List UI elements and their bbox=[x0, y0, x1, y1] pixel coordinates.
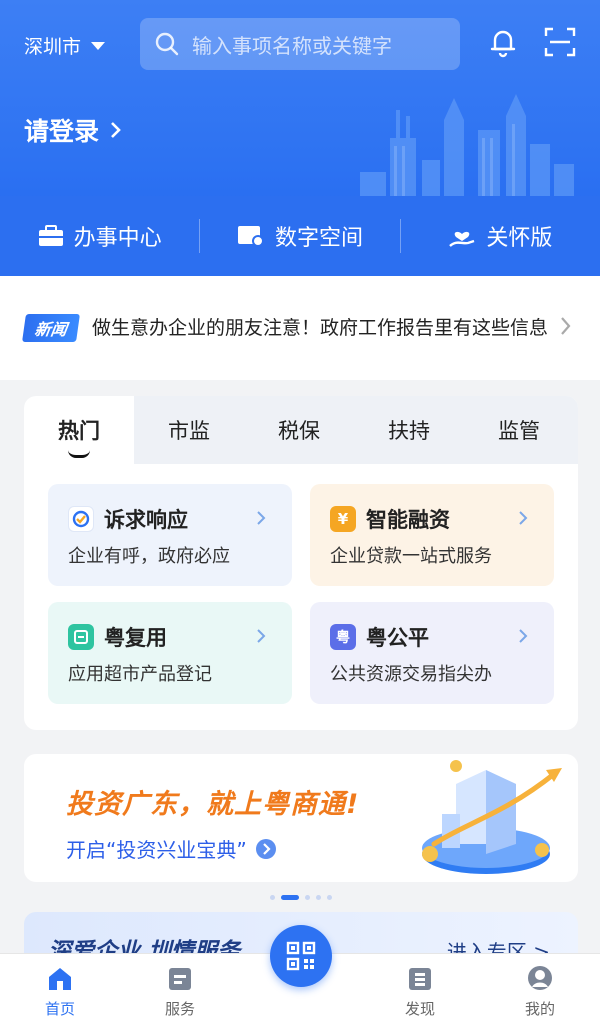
building-illustration bbox=[422, 760, 562, 874]
service-title: 智能融资 bbox=[366, 508, 450, 532]
news-headline: 做生意办企业的朋友注意！政府工作报告里有这些信息 bbox=[92, 317, 549, 339]
service-tile-reuse[interactable]: 粤复用 应用超市产品登记 bbox=[48, 602, 292, 704]
service-tile-fair[interactable]: 粤 粤公平 公共资源交易指尖办 bbox=[310, 602, 554, 704]
category-tabs: 热门 市监 税保 扶持 监管 bbox=[24, 396, 578, 464]
tab-support[interactable]: 扶持 bbox=[354, 396, 464, 464]
tab-label: 我的 bbox=[524, 1000, 555, 1018]
caret-down-icon bbox=[91, 41, 106, 50]
tab-services[interactable]: 服务 bbox=[120, 954, 240, 1025]
service-title: 诉求响应 bbox=[104, 508, 188, 532]
service-tile-appeal[interactable]: 诉求响应 企业有呼，政府必应 bbox=[48, 484, 292, 586]
tab-label: 发现 bbox=[404, 1000, 435, 1018]
qr-scan-icon bbox=[286, 941, 316, 971]
city-label: 深圳市 bbox=[24, 36, 82, 58]
city-selector[interactable]: 深圳市 bbox=[24, 32, 106, 59]
login-link[interactable]: 请登录 bbox=[24, 112, 123, 148]
service-title-row: 粤复用 bbox=[68, 622, 167, 652]
discover-icon bbox=[409, 968, 431, 990]
city-skyline-illustration bbox=[360, 94, 574, 200]
service-subtitle: 企业有呼，政府必应 bbox=[68, 546, 230, 567]
service-title-row: 诉求响应 bbox=[68, 504, 188, 534]
news-badge: 新闻 bbox=[22, 314, 80, 342]
chevron-circle-icon bbox=[255, 838, 276, 859]
chevron-right-icon bbox=[111, 122, 121, 138]
briefcase-icon bbox=[38, 225, 63, 246]
banner-subline: 开启“投资兴业宝典” bbox=[66, 838, 247, 862]
id-card-icon bbox=[237, 226, 264, 247]
qr-scan-button[interactable] bbox=[270, 925, 332, 987]
promo-banner[interactable]: 投资广东，就上粤商通! 开启“投资兴业宝典” bbox=[24, 754, 578, 882]
scan-icon[interactable] bbox=[542, 24, 578, 60]
appeal-icon bbox=[68, 506, 94, 532]
service-title-row: 粤 粤公平 bbox=[330, 622, 429, 652]
tab-regulation[interactable]: 监管 bbox=[464, 396, 574, 464]
carousel-dot bbox=[270, 895, 275, 900]
yue-icon: 粤 bbox=[330, 624, 356, 650]
service-icon bbox=[169, 968, 191, 990]
service-tile-financing[interactable]: ¥ 智能融资 企业贷款一站式服务 bbox=[310, 484, 554, 586]
service-subtitle: 公共资源交易指尖办 bbox=[330, 664, 492, 685]
active-indicator bbox=[68, 450, 90, 458]
chevron-right-icon bbox=[257, 511, 266, 525]
chevron-right-icon bbox=[519, 511, 528, 525]
service-subtitle: 应用超市产品登记 bbox=[68, 664, 212, 685]
tab-label: 服务 bbox=[164, 1000, 195, 1018]
tab-hot[interactable]: 热门 bbox=[24, 396, 134, 464]
bell-icon[interactable] bbox=[485, 24, 521, 60]
tab-label: 数字空间 bbox=[274, 226, 363, 251]
tab-label: 税保 bbox=[278, 419, 320, 443]
banner-subline-row: 开启“投资兴业宝典” bbox=[66, 834, 277, 863]
login-label: 请登录 bbox=[24, 117, 100, 146]
search-input[interactable]: 输入事项名称或关键字 bbox=[140, 18, 460, 70]
carousel-indicator bbox=[270, 895, 332, 900]
carousel-dot bbox=[327, 895, 332, 900]
yuan-icon: ¥ bbox=[330, 506, 356, 532]
banner-headline: 投资广东，就上粤商通! bbox=[66, 789, 360, 820]
tab-label: 监管 bbox=[498, 419, 540, 443]
quick-tabs: 办事中心 数字空间 关怀版 bbox=[0, 196, 600, 276]
service-title: 粤公平 bbox=[366, 626, 429, 650]
carousel-dot bbox=[316, 895, 321, 900]
tab-label: 首页 bbox=[44, 1000, 75, 1018]
home-icon bbox=[49, 968, 71, 990]
tab-discover[interactable]: 发现 bbox=[360, 954, 480, 1025]
carousel-dot-active bbox=[281, 895, 299, 900]
service-title: 粤复用 bbox=[104, 626, 167, 650]
carousel-dot bbox=[305, 895, 310, 900]
tab-tax-insurance[interactable]: 税保 bbox=[244, 396, 354, 464]
search-icon bbox=[155, 32, 179, 56]
service-title-row: ¥ 智能融资 bbox=[330, 504, 450, 534]
profile-icon bbox=[528, 966, 552, 990]
tab-service-center[interactable]: 办事中心 bbox=[0, 218, 199, 254]
chevron-right-icon bbox=[519, 629, 528, 643]
tab-digital-space[interactable]: 数字空间 bbox=[200, 218, 399, 254]
search-placeholder: 输入事项名称或关键字 bbox=[192, 33, 392, 58]
service-subtitle: 企业贷款一站式服务 bbox=[330, 546, 492, 567]
tab-profile[interactable]: 我的 bbox=[480, 954, 600, 1025]
service-card: 热门 市监 税保 扶持 监管 诉求响应 企业有呼，政府必应 ¥ 智能融资 企业贷… bbox=[24, 396, 578, 730]
tab-care-version[interactable]: 关怀版 bbox=[401, 218, 600, 254]
tab-label: 热门 bbox=[58, 419, 100, 443]
chevron-right-icon bbox=[561, 317, 571, 335]
tab-home[interactable]: 首页 bbox=[0, 954, 120, 1025]
reuse-icon bbox=[68, 624, 94, 650]
chevron-right-icon bbox=[257, 629, 266, 643]
tab-label: 扶持 bbox=[388, 419, 430, 443]
tab-market-supervision[interactable]: 市监 bbox=[134, 396, 244, 464]
tab-label: 市监 bbox=[168, 419, 210, 443]
tab-label: 办事中心 bbox=[73, 226, 162, 251]
tab-label: 关怀版 bbox=[486, 226, 553, 251]
news-ticker[interactable]: 新闻 做生意办企业的朋友注意！政府工作报告里有这些信息 bbox=[0, 276, 600, 380]
care-hand-icon bbox=[449, 231, 475, 247]
